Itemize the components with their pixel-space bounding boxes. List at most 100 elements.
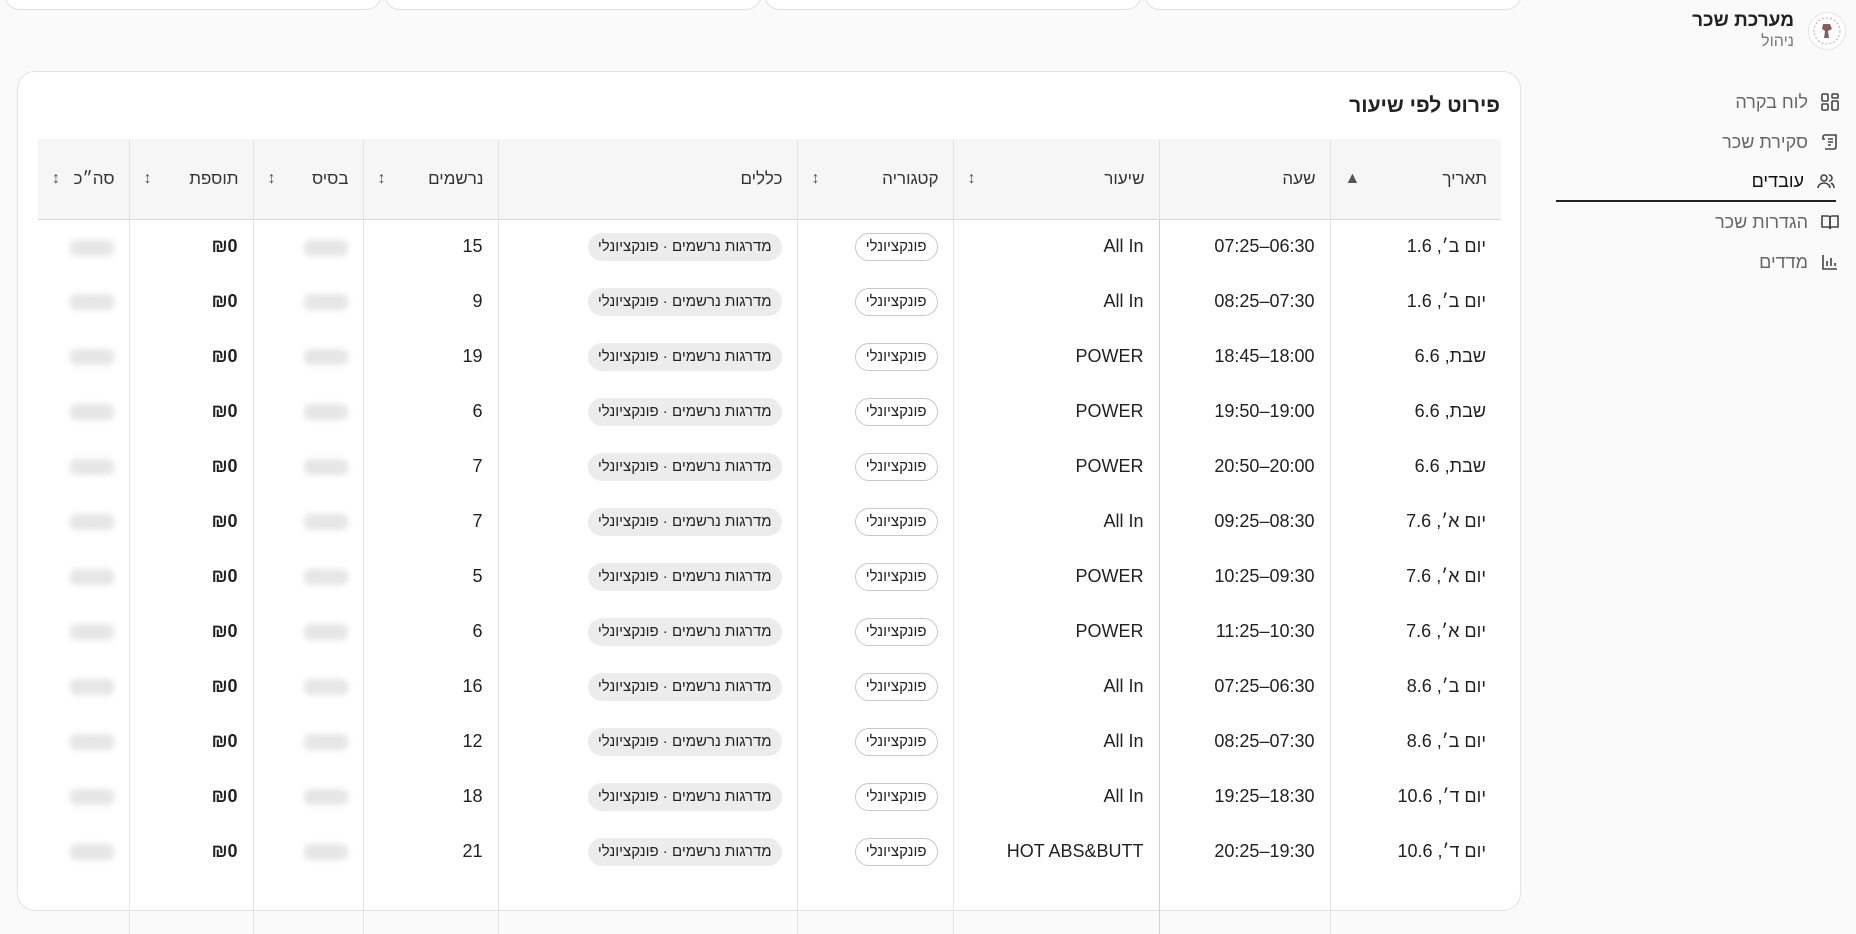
sort-asc-icon[interactable]: ▲ — [1345, 170, 1361, 188]
cell-category: פונקציונלי — [796, 549, 953, 604]
rules-pill: מדרגות נרשמים · פונקציונלי — [587, 507, 782, 536]
cell-rules: מדרגות נרשמים · פונקציונלי — [497, 384, 797, 439]
cell-base — [252, 329, 363, 384]
cell-rules: מדרגות נרשמים · פונקציונלי — [497, 549, 797, 604]
cell-date: יום א׳, 7.6 — [1329, 604, 1501, 659]
col-header-total[interactable]: סה״כ ↕ — [38, 139, 129, 220]
cell-class: All In — [952, 769, 1159, 824]
cell-hour: 07:30–08:25 — [1158, 714, 1330, 769]
cell-base — [252, 769, 363, 824]
cell-class: All In — [952, 659, 1159, 714]
nav-item-dashboard[interactable]: לוח בקרה — [1556, 82, 1856, 122]
cell-registered: 7 — [362, 439, 498, 494]
nav-item-payroll-review[interactable]: סקירת שכר — [1556, 122, 1856, 162]
dashboard-icon — [1821, 93, 1839, 111]
redacted-value — [303, 789, 348, 806]
cell-date — [1329, 879, 1501, 934]
cell-extra: ₪0 — [128, 219, 253, 274]
summary-card-4 — [4, 0, 382, 10]
sidebar: מערכת שכר ניהול לוח בקרה סקירת שכר עובדי… — [1556, 0, 1856, 891]
brand: מערכת שכר ניהול — [1692, 10, 1846, 52]
cell-total — [38, 329, 129, 384]
table-row: יום א׳, 7.6 10:30–11:25 POWER פונקציונלי מדר… — [38, 604, 1501, 659]
cell-class: HOT ABS&BUTT — [952, 824, 1159, 879]
rules-pill: מדרגות נרשמים · פונקציונלי — [587, 617, 782, 646]
cell-total — [38, 384, 129, 439]
cell-hour: 19:00–19:50 — [1158, 384, 1330, 439]
cell-total — [38, 274, 129, 329]
rules-pill: מדרגות נרשמים · פונקציונלי — [587, 837, 782, 866]
cell-base — [252, 494, 363, 549]
cell-hour: 08:30–09:25 — [1158, 494, 1330, 549]
cell-category: פונקציונלי — [796, 714, 953, 769]
cell-total — [38, 879, 129, 934]
cell-rules: מדרגות נרשמים · פונקציונלי — [497, 494, 797, 549]
cell-extra: ₪0 — [128, 714, 253, 769]
cell-rules: מדרגות נרשמים · פונקציונלי — [497, 274, 797, 329]
table-row: יום א׳, 7.6 08:30–09:25 All In פונקציונלי מד… — [38, 494, 1501, 549]
cell-registered: 5 — [362, 549, 498, 604]
cell-total — [38, 769, 129, 824]
category-pill: פונקציונלי — [854, 672, 938, 701]
cell-base — [252, 714, 363, 769]
sort-icon[interactable]: ↕ — [812, 170, 820, 188]
sort-icon[interactable]: ↕ — [968, 170, 976, 188]
users-icon — [1817, 174, 1835, 189]
sort-icon[interactable]: ↕ — [144, 170, 152, 188]
cell-registered — [362, 879, 498, 934]
cell-total — [38, 439, 129, 494]
cell-extra: ₪0 — [128, 549, 253, 604]
cell-date: יום ב׳, 8.6 — [1329, 659, 1501, 714]
col-header-registered[interactable]: נרשמים ↕ — [362, 139, 498, 220]
cell-class — [952, 879, 1159, 934]
sidebar-nav: לוח בקרה סקירת שכר עובדים הגדרות שכר מדד… — [1556, 82, 1856, 282]
category-pill: פונקציונלי — [854, 287, 938, 316]
cell-total — [38, 824, 129, 879]
table-body: יום ב׳, 1.6 06:30–07:25 All In פונקציונלי מד… — [38, 219, 1501, 934]
rules-pill: מדרגות נרשמים · פונקציונלי — [587, 287, 782, 316]
col-header-hour[interactable]: שעה — [1158, 139, 1330, 220]
col-header-category[interactable]: קטגוריה ↕ — [796, 139, 953, 220]
nav-label-metrics: מדדים — [1759, 251, 1808, 272]
redacted-value — [69, 239, 114, 256]
cell-registered: 19 — [362, 329, 498, 384]
cell-rules: מדרגות נרשמים · פונקציונלי — [497, 439, 797, 494]
nav-item-employees[interactable]: עובדים — [1556, 162, 1836, 202]
col-header-base[interactable]: בסיס ↕ — [252, 139, 363, 220]
rules-pill: מדרגות נרשמים · פונקציונלי — [587, 562, 782, 591]
class-table-wrap: תאריך ▲ שעה שיעור ↕ קטגוריה ↕ כללים נרשמים ↕… — [38, 139, 1501, 934]
cell-rules: מדרגות נרשמים · פונקציונלי — [497, 659, 797, 714]
cell-extra — [128, 879, 253, 934]
cell-date: שבת, 6.6 — [1329, 329, 1501, 384]
redacted-value — [69, 569, 114, 586]
cell-total — [38, 494, 129, 549]
col-header-class[interactable]: שיעור ↕ — [952, 139, 1159, 220]
redacted-value — [303, 404, 348, 421]
cell-registered: 6 — [362, 604, 498, 659]
redacted-value — [69, 789, 114, 806]
category-pill: פונקציונלי — [854, 727, 938, 756]
table-row: יום ד׳, 10.6 18:30–19:25 All In פונקציונלי מ… — [38, 769, 1501, 824]
brand-logo — [1808, 12, 1846, 50]
col-header-extra[interactable]: תוספת ↕ — [128, 139, 253, 220]
cell-extra: ₪0 — [128, 384, 253, 439]
redacted-value — [303, 294, 348, 311]
sort-icon[interactable]: ↕ — [268, 170, 276, 188]
sort-icon[interactable]: ↕ — [378, 170, 386, 188]
nav-item-metrics[interactable]: מדדים — [1556, 242, 1856, 282]
col-header-date[interactable]: תאריך ▲ — [1329, 139, 1501, 220]
redacted-value — [69, 679, 114, 696]
category-pill: פונקציונלי — [854, 562, 938, 591]
cell-date: יום ב׳, 1.6 — [1329, 274, 1501, 329]
nav-item-payroll-settings[interactable]: הגדרות שכר — [1556, 202, 1856, 242]
cell-base — [252, 219, 363, 274]
redacted-value — [69, 349, 114, 366]
cell-base — [252, 879, 363, 934]
redacted-value — [69, 844, 114, 861]
cell-hour: 18:00–18:45 — [1158, 329, 1330, 384]
cell-extra: ₪0 — [128, 329, 253, 384]
table-row — [38, 879, 1501, 934]
rules-pill: מדרגות נרשמים · פונקציונלי — [587, 727, 782, 756]
sort-icon[interactable]: ↕ — [52, 170, 60, 188]
redacted-value — [303, 459, 348, 476]
